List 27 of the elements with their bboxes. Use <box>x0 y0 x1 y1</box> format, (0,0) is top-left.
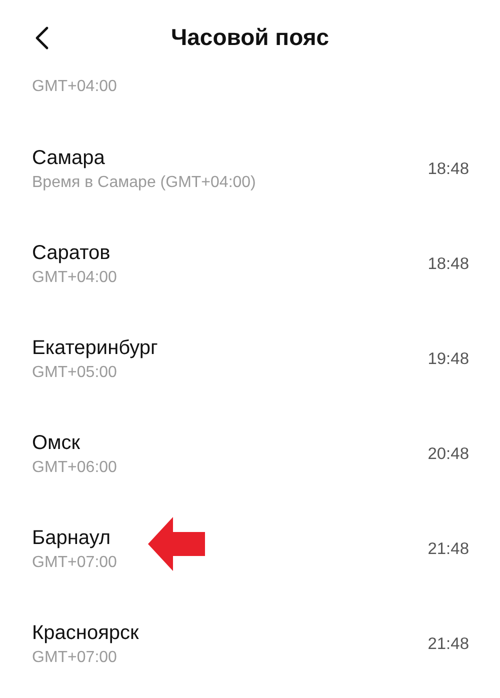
timezone-offset: GMT+04:00 <box>32 77 118 97</box>
local-time: 18:48 <box>428 160 469 179</box>
timezone-row[interactable]: Самара Время в Самаре (GMT+04:00) 18:48 <box>0 122 500 217</box>
local-time: 21:48 <box>428 540 469 559</box>
city-name: Омск <box>32 430 80 456</box>
timezone-offset: Время в Самаре (GMT+04:00) <box>32 172 256 192</box>
city-name: Красноярск <box>32 620 139 646</box>
screen-title: Часовой пояс <box>170 24 330 51</box>
timezone-row[interactable]: Омск GMT+06:00 20:48 <box>0 407 500 502</box>
timezone-offset: GMT+05:00 <box>32 362 117 382</box>
city-name: Екатеринбург <box>32 336 158 360</box>
local-time: 19:48 <box>428 350 469 369</box>
local-time: 21:48 <box>428 635 469 654</box>
timezone-row[interactable]: Красноярск GMT+07:00 21:48 <box>0 597 500 692</box>
timezone-row[interactable]: Екатеринбург GMT+05:00 19:48 <box>0 312 500 407</box>
timezone-offset: GMT+06:00 <box>32 458 117 478</box>
timezone-row[interactable]: Саратов GMT+04:00 18:48 <box>0 217 500 312</box>
local-time: 18:48 <box>428 255 469 274</box>
timezone-offset: GMT+04:00 <box>32 268 117 288</box>
back-icon <box>35 26 49 50</box>
city-name: Саратов <box>32 240 110 266</box>
timezone-offset: GMT+07:00 <box>32 552 117 572</box>
local-time: 20:48 <box>428 445 469 464</box>
city-name: Барнаул <box>32 526 111 550</box>
timezone-row[interactable]: Барнаул GMT+07:00 21:48 <box>0 502 500 597</box>
timezone-offset: GMT+07:00 <box>32 648 117 668</box>
city-name: Самара <box>32 146 105 170</box>
